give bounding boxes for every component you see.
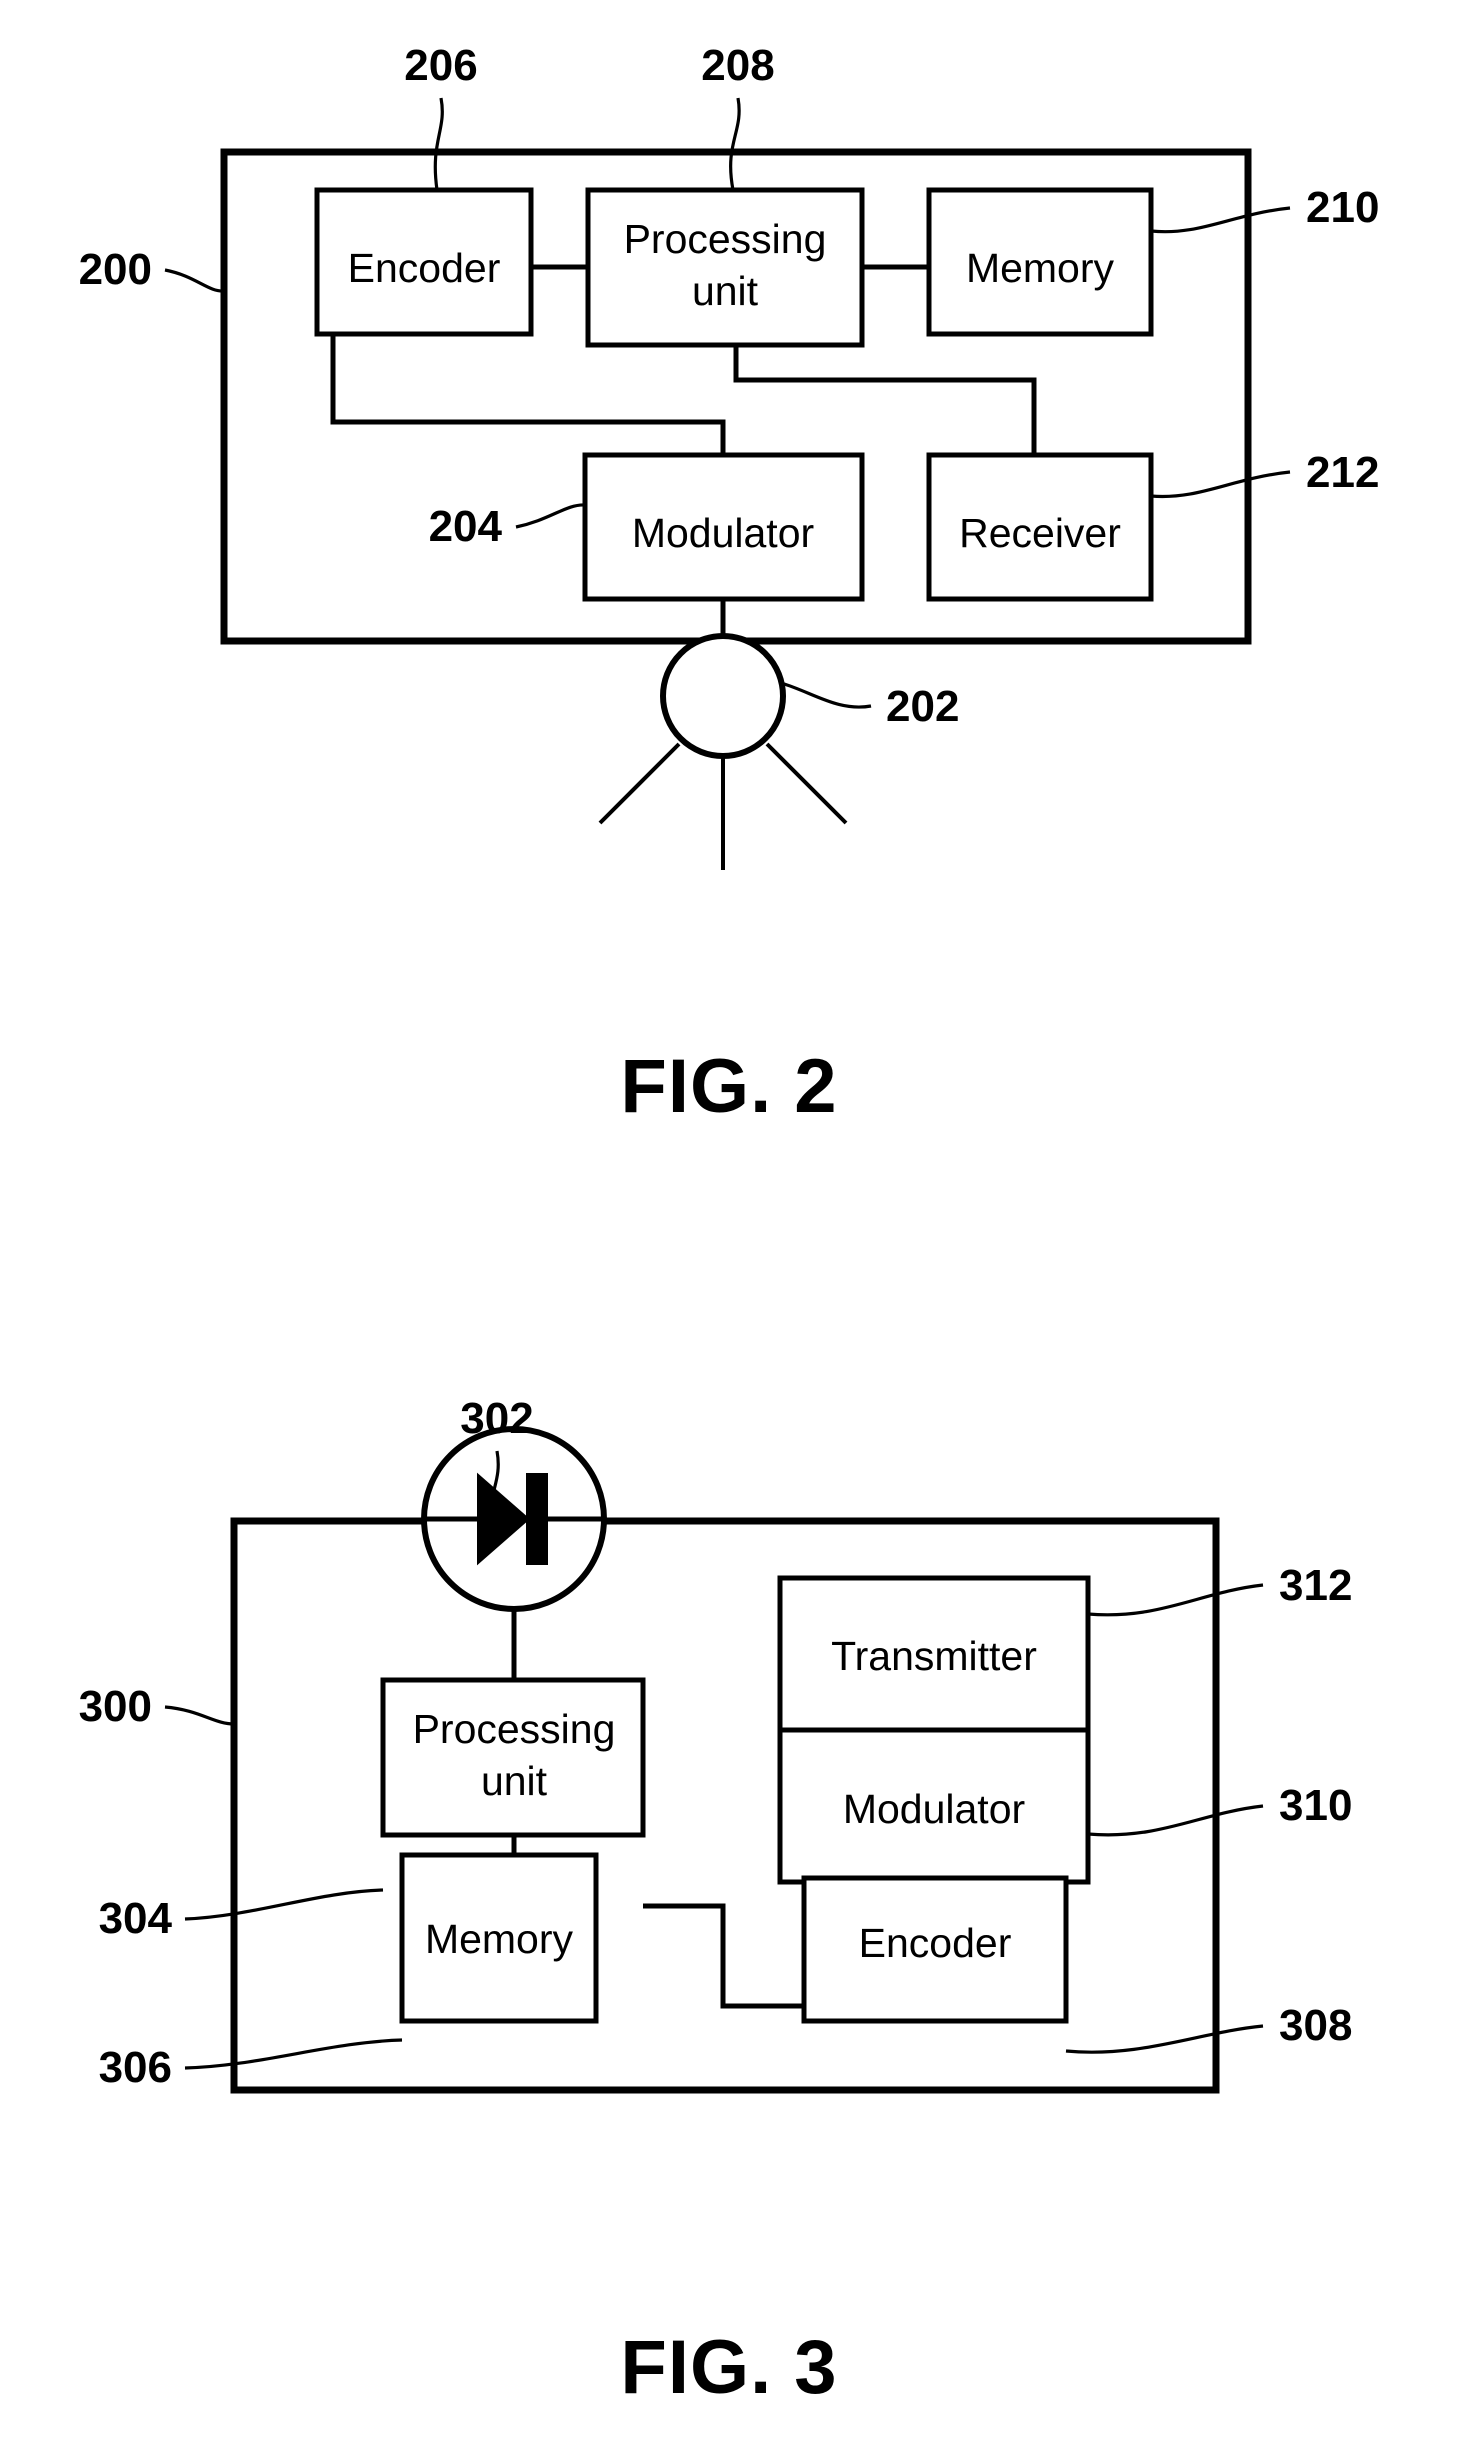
fig2-receiver-label: Receiver — [959, 510, 1121, 556]
fig2-reference-204: 204 — [429, 502, 503, 551]
patent-figure-sheet: Encoder Processing unit Memory Modulator… — [0, 0, 1478, 2464]
fig3-encoder-label: Encoder — [859, 1920, 1012, 1966]
fig3-block-encoder: Encoder — [801, 1875, 1069, 2024]
fig2-encoder-label: Encoder — [348, 245, 501, 291]
fig2-modulator-label: Modulator — [632, 510, 814, 556]
fig3-processing-unit-label-line1: Processing — [413, 1706, 616, 1752]
fig2-reference-206: 206 — [404, 41, 477, 90]
fig3-modulator-label: Modulator — [843, 1786, 1025, 1832]
fig2-block-processing-unit: Processing unit — [585, 187, 865, 348]
fig3-caption: FIG. 3 — [620, 2325, 837, 2410]
fig3-block-modulator: Modulator — [777, 1727, 1091, 1885]
fig3-photodiode — [421, 1426, 607, 1612]
fig2-reference-210: 210 — [1306, 183, 1379, 232]
fig3-memory-label: Memory — [425, 1916, 574, 1962]
fig2-block-encoder: Encoder — [314, 187, 534, 337]
fig2-processing-unit-label-line2: unit — [692, 268, 759, 314]
fig3-reference-302: 302 — [460, 1394, 533, 1443]
fig2-block-modulator: Modulator — [582, 452, 865, 602]
fig3-processing-unit-label-line2: unit — [481, 1758, 548, 1804]
photodiode-bar-icon — [526, 1473, 548, 1565]
fig3-reference-308: 308 — [1279, 2001, 1352, 2050]
fig2-caption: FIG. 2 — [620, 1044, 837, 1129]
fig2-reference-200: 200 — [79, 245, 152, 294]
fig3-reference-304: 304 — [99, 1894, 173, 1943]
fig2-reference-202: 202 — [886, 682, 959, 731]
fig3-reference-312: 312 — [1279, 1561, 1352, 1610]
fig2-reference-212: 212 — [1306, 448, 1379, 497]
fig3-reference-300: 300 — [79, 1682, 152, 1731]
fig2-memory-label: Memory — [966, 245, 1115, 291]
fig3-reference-310: 310 — [1279, 1781, 1352, 1830]
fig2-block-receiver: Receiver — [926, 452, 1154, 602]
fig2-block-memory: Memory — [926, 187, 1154, 337]
light-emitter-circle-icon — [660, 633, 786, 759]
fig3-block-transmitter: Transmitter — [777, 1575, 1091, 1733]
fig2-processing-unit-label-line1: Processing — [624, 216, 827, 262]
fig3-block-processing-unit: Processing unit — [380, 1677, 646, 1838]
fig3-reference-306: 306 — [99, 2043, 172, 2092]
fig3-transmitter-label: Transmitter — [831, 1633, 1037, 1679]
fig2-reference-208: 208 — [701, 41, 774, 90]
fig3-block-memory: Memory — [399, 1852, 599, 2024]
